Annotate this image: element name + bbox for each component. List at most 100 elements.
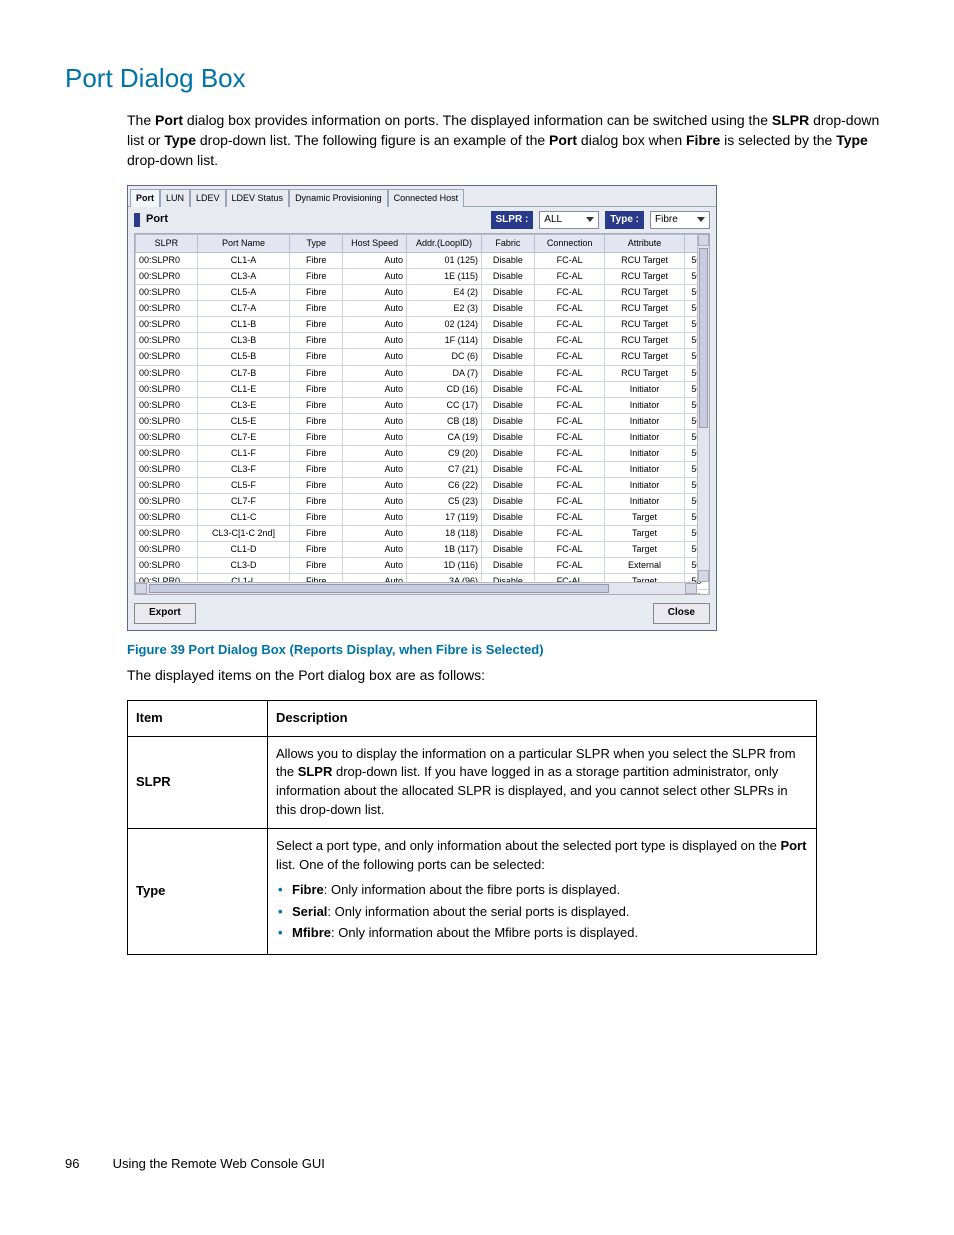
- cell: CL1-D: [197, 542, 290, 558]
- cell: Auto: [343, 558, 407, 574]
- table-row[interactable]: 00:SLPR0CL1-EFibreAutoCD (16)DisableFC-A…: [136, 381, 709, 397]
- cell: Fibre: [290, 301, 343, 317]
- cell: 00:SLPR0: [136, 333, 198, 349]
- cell: Initiator: [605, 445, 684, 461]
- export-button[interactable]: Export: [134, 603, 196, 624]
- close-button[interactable]: Close: [653, 603, 710, 624]
- cell: CL5-E: [197, 413, 290, 429]
- tab-connected-host[interactable]: Connected Host: [388, 189, 465, 207]
- cell: Disable: [481, 542, 534, 558]
- col-header[interactable]: Attribute: [605, 235, 684, 253]
- tab-lun[interactable]: LUN: [160, 189, 190, 207]
- slpr-select[interactable]: ALL: [539, 211, 599, 229]
- cell: Auto: [343, 493, 407, 509]
- col-header[interactable]: Host Speed: [343, 235, 407, 253]
- intro-paragraph: The Port dialog box provides information…: [127, 110, 889, 171]
- cell: 00:SLPR0: [136, 349, 198, 365]
- table-row[interactable]: 00:SLPR0CL1-BFibreAuto02 (124)DisableFC-…: [136, 317, 709, 333]
- cell: Disable: [481, 477, 534, 493]
- figure-caption: Figure 39 Port Dialog Box (Reports Displ…: [127, 641, 889, 660]
- text: : Only information about the Mfibre port…: [331, 925, 638, 940]
- cell: 18 (118): [407, 525, 482, 541]
- desc-type: Select a port type, and only information…: [268, 828, 817, 954]
- cell: FC-AL: [534, 285, 605, 301]
- col-header[interactable]: SLPR: [136, 235, 198, 253]
- text: : Only information about the serial port…: [327, 904, 629, 919]
- port-grid[interactable]: SLPRPort NameTypeHost SpeedAddr.(LoopID)…: [135, 234, 709, 595]
- table-row[interactable]: 00:SLPR0CL5-BFibreAutoDC (6)DisableFC-AL…: [136, 349, 709, 365]
- table-row[interactable]: 00:SLPR0CL1-DFibreAuto1B (117)DisableFC-…: [136, 542, 709, 558]
- table-row[interactable]: 00:SLPR0CL3-FFibreAutoC7 (21)DisableFC-A…: [136, 461, 709, 477]
- desc-slpr: Allows you to display the information on…: [268, 736, 817, 828]
- table-row[interactable]: 00:SLPR0CL3-AFibreAuto1E (115)DisableFC-…: [136, 269, 709, 285]
- vertical-scrollbar[interactable]: [697, 234, 709, 582]
- tab-ldev-status[interactable]: LDEV Status: [226, 189, 290, 207]
- cell: 00:SLPR0: [136, 493, 198, 509]
- cell: CA (19): [407, 429, 482, 445]
- bold: Mfibre: [292, 925, 331, 940]
- table-row[interactable]: 00:SLPR0CL3-DFibreAuto1D (116)DisableFC-…: [136, 558, 709, 574]
- col-header[interactable]: Fabric: [481, 235, 534, 253]
- cell: CL1-F: [197, 445, 290, 461]
- tab-port[interactable]: Port: [130, 189, 160, 207]
- type-label: Type :: [605, 211, 644, 230]
- chevron-down-icon: [586, 217, 594, 222]
- scroll-down-icon[interactable]: [698, 570, 709, 582]
- scroll-left-icon[interactable]: [135, 583, 147, 594]
- col-header[interactable]: Port Name: [197, 235, 290, 253]
- table-row[interactable]: 00:SLPR0CL5-AFibreAutoE4 (2)DisableFC-AL…: [136, 285, 709, 301]
- tab-dynamic-provisioning[interactable]: Dynamic Provisioning: [289, 189, 388, 207]
- tab-ldev[interactable]: LDEV: [190, 189, 226, 207]
- col-header[interactable]: Addr.(LoopID): [407, 235, 482, 253]
- cell: FC-AL: [534, 349, 605, 365]
- scroll-right-icon[interactable]: [685, 583, 697, 594]
- port-dialog: PortLUNLDEVLDEV StatusDynamic Provisioni…: [127, 185, 717, 631]
- cell: RCU Target: [605, 333, 684, 349]
- horizontal-scrollbar[interactable]: [135, 582, 697, 594]
- cell: Auto: [343, 285, 407, 301]
- col-header[interactable]: Type: [290, 235, 343, 253]
- cell: FC-AL: [534, 542, 605, 558]
- cell: Disable: [481, 333, 534, 349]
- table-row[interactable]: 00:SLPR0CL3-BFibreAuto1F (114)DisableFC-…: [136, 333, 709, 349]
- bold: Port: [549, 132, 577, 148]
- cell: 00:SLPR0: [136, 269, 198, 285]
- cell: RCU Target: [605, 269, 684, 285]
- footer-text: Using the Remote Web Console GUI: [113, 1156, 325, 1171]
- table-row[interactable]: 00:SLPR0CL7-AFibreAutoE2 (3)DisableFC-AL…: [136, 301, 709, 317]
- cell: Fibre: [290, 381, 343, 397]
- cell: CD (16): [407, 381, 482, 397]
- type-select[interactable]: Fibre: [650, 211, 710, 229]
- table-row[interactable]: 00:SLPR0CL5-FFibreAutoC6 (22)DisableFC-A…: [136, 477, 709, 493]
- table-row[interactable]: 00:SLPR0CL7-FFibreAutoC5 (23)DisableFC-A…: [136, 493, 709, 509]
- cell: 00:SLPR0: [136, 285, 198, 301]
- cell: CL1-E: [197, 381, 290, 397]
- table-row[interactable]: 00:SLPR0CL5-EFibreAutoCB (18)DisableFC-A…: [136, 413, 709, 429]
- cell: Initiator: [605, 461, 684, 477]
- scroll-thumb[interactable]: [149, 584, 609, 593]
- cell: FC-AL: [534, 413, 605, 429]
- table-row[interactable]: 00:SLPR0CL7-BFibreAutoDA (7)DisableFC-AL…: [136, 365, 709, 381]
- table-row[interactable]: 00:SLPR0CL7-EFibreAutoCA (19)DisableFC-A…: [136, 429, 709, 445]
- table-row[interactable]: 00:SLPR0CL3-EFibreAutoCC (17)DisableFC-A…: [136, 397, 709, 413]
- cell: RCU Target: [605, 365, 684, 381]
- table-row[interactable]: 00:SLPR0CL1-CFibreAuto17 (119)DisableFC-…: [136, 509, 709, 525]
- table-row[interactable]: 00:SLPR0CL1-FFibreAutoC9 (20)DisableFC-A…: [136, 445, 709, 461]
- cell: 1E (115): [407, 269, 482, 285]
- bold: SLPR: [298, 764, 333, 779]
- cell: Fibre: [290, 445, 343, 461]
- cell: Disable: [481, 397, 534, 413]
- table-row[interactable]: 00:SLPR0CL3-C[1-C 2nd]FibreAuto18 (118)D…: [136, 525, 709, 541]
- col-description: Description: [268, 700, 817, 736]
- col-item: Item: [128, 700, 268, 736]
- cell: CL1-C: [197, 509, 290, 525]
- cell: 02 (124): [407, 317, 482, 333]
- scroll-thumb[interactable]: [699, 248, 708, 428]
- cell: Auto: [343, 461, 407, 477]
- scroll-up-icon[interactable]: [698, 234, 709, 246]
- table-row[interactable]: 00:SLPR0CL1-AFibreAuto01 (125)DisableFC-…: [136, 253, 709, 269]
- cell: Auto: [343, 365, 407, 381]
- col-header[interactable]: Connection: [534, 235, 605, 253]
- cell: RCU Target: [605, 285, 684, 301]
- cell: CL3-F: [197, 461, 290, 477]
